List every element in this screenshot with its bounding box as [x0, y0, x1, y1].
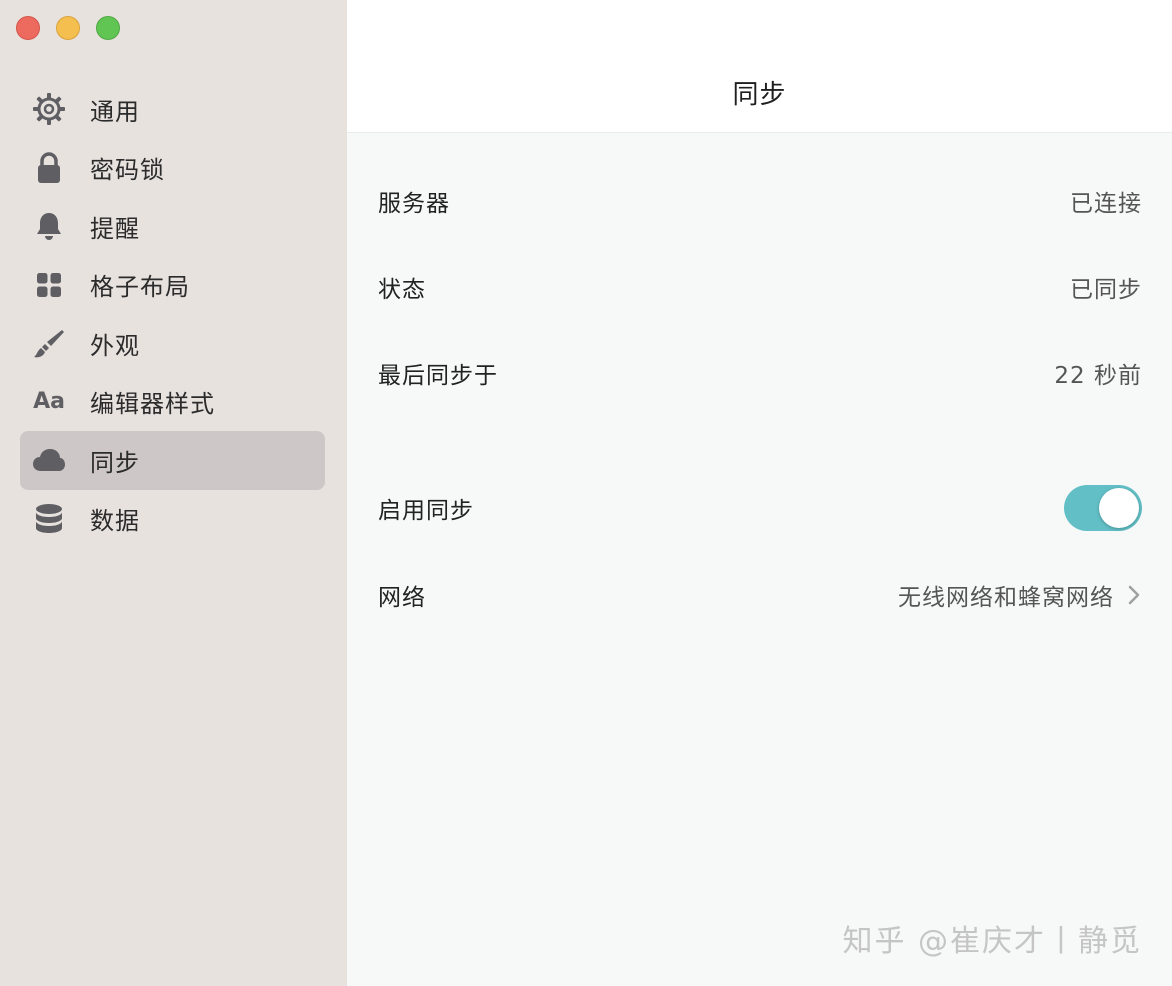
- server-label: 服务器: [378, 191, 450, 217]
- status-value: 已同步: [1070, 277, 1142, 303]
- sidebar-nav: 通用 密码锁 提醒 格子布局 外观 Aa 编辑器样式 同步 数据: [20, 80, 325, 548]
- enable-sync-toggle[interactable]: [1064, 485, 1142, 531]
- server-value: 已连接: [1070, 191, 1142, 217]
- network-value-group: 无线网络和蜂窝网络: [898, 578, 1142, 612]
- text-style-icon-glyph: Aa: [33, 389, 65, 415]
- app-window: 通用 密码锁 提醒 格子布局 外观 Aa 编辑器样式 同步 数据 同步 服务器 …: [0, 0, 1172, 986]
- sidebar-item-general[interactable]: 通用: [20, 80, 325, 139]
- window-controls: [16, 16, 120, 40]
- cloud-icon: [30, 441, 68, 479]
- close-window-button[interactable]: [16, 16, 40, 40]
- network-value: 无线网络和蜂窝网络: [898, 585, 1114, 611]
- page-title: 同步: [732, 80, 787, 110]
- gear-icon: [30, 90, 68, 128]
- database-icon: [30, 500, 68, 538]
- sidebar-item-label: 密码锁: [90, 156, 165, 185]
- network-label: 网络: [378, 585, 426, 611]
- sidebar-item-label: 提醒: [90, 214, 140, 243]
- bell-icon: [30, 207, 68, 245]
- lock-icon: [30, 149, 68, 187]
- sidebar-item-label: 编辑器样式: [90, 390, 215, 419]
- network-row[interactable]: 网络 无线网络和蜂窝网络: [378, 573, 1142, 617]
- sidebar-item-appearance[interactable]: 外观: [20, 314, 325, 373]
- status-label: 状态: [378, 277, 426, 303]
- sidebar-item-label: 格子布局: [90, 273, 190, 302]
- main-panel: 同步 服务器 已连接 状态 已同步 最后同步于 22 秒前 启用同步 网络 无线…: [347, 0, 1172, 986]
- last-sync-row: 最后同步于 22 秒前: [378, 351, 1142, 395]
- grid-icon: [30, 266, 68, 304]
- chevron-right-icon: [1128, 584, 1142, 606]
- sidebar-item-reminders[interactable]: 提醒: [20, 197, 325, 256]
- sidebar-item-sync[interactable]: 同步: [20, 431, 325, 490]
- sidebar-item-label: 同步: [90, 448, 140, 477]
- sidebar: 通用 密码锁 提醒 格子布局 外观 Aa 编辑器样式 同步 数据: [0, 0, 347, 986]
- sidebar-item-editor-style[interactable]: Aa 编辑器样式: [20, 373, 325, 432]
- sidebar-item-data[interactable]: 数据: [20, 490, 325, 549]
- server-row: 服务器 已连接: [378, 179, 1142, 223]
- main-header: 同步: [347, 0, 1172, 133]
- paintbrush-icon: [30, 324, 68, 362]
- minimize-window-button[interactable]: [56, 16, 80, 40]
- sidebar-item-grid-layout[interactable]: 格子布局: [20, 256, 325, 315]
- status-row: 状态 已同步: [378, 265, 1142, 309]
- last-sync-value: 22 秒前: [1054, 363, 1142, 389]
- enable-sync-label: 启用同步: [378, 498, 474, 524]
- sidebar-item-passcode[interactable]: 密码锁: [20, 139, 325, 198]
- sidebar-item-label: 通用: [90, 97, 140, 126]
- watermark: 知乎 @崔庆才丨静觅: [842, 924, 1142, 959]
- last-sync-label: 最后同步于: [378, 363, 498, 389]
- toggle-knob: [1099, 488, 1139, 528]
- text-style-icon: Aa: [30, 383, 68, 421]
- maximize-window-button[interactable]: [96, 16, 120, 40]
- sidebar-item-label: 数据: [90, 507, 140, 536]
- sidebar-item-label: 外观: [90, 331, 140, 360]
- enable-sync-row: 启用同步: [378, 485, 1142, 531]
